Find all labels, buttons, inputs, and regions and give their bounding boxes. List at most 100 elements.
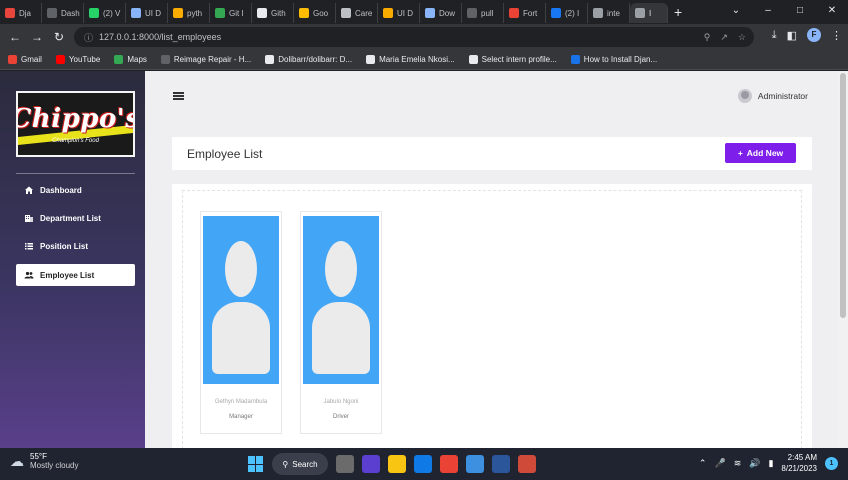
taskbar-app-icon[interactable] [414,455,432,473]
browser-tab[interactable]: Goo [294,3,336,23]
employee-photo [303,216,379,384]
bookmark-item[interactable]: Dolibarr/dolibarr: D... [265,55,352,64]
address-bar[interactable]: ⓘ 127.0.0.1:8000/list_employees ⚲ ↗ ☆ [74,27,754,47]
browser-tab[interactable]: (2) I [546,3,588,23]
avatar-head [325,241,357,297]
browser-tab[interactable]: inte [588,3,630,23]
bookmarks-bar: Gmail YouTube Maps Reimage Repair - H... Dol… [0,50,848,70]
browser-tab[interactable]: pull [462,3,504,23]
employee-grid: Gethyn Madambula Manager Jabulo Ngoni Dr… [182,190,802,448]
download-icon[interactable]: ⤓ [772,29,777,42]
taskbar-app-icon[interactable] [388,455,406,473]
brand-logo[interactable]: Chippo's Champion's Food [16,91,135,157]
browser-tab[interactable]: UI D [126,3,168,23]
bookmark-star-icon[interactable]: ☆ [738,32,746,43]
clock[interactable]: 2:45 AM 8/21/2023 [781,452,817,474]
weather-widget[interactable]: ☁ 55°F Mostly cloudy [10,452,78,470]
employee-card[interactable]: Jabulo Ngoni Driver [300,211,382,434]
bookmark-favicon-icon [8,55,17,64]
tab-favicon-icon [257,8,267,18]
battery-icon[interactable]: ▮ [768,458,773,469]
bookmark-label: Reimage Repair - H... [173,55,252,64]
taskbar-app-icon[interactable] [336,455,354,473]
bookmark-item[interactable]: YouTube [55,55,100,64]
bookmark-item[interactable]: How to Install Djan... [570,55,657,64]
bookmark-item[interactable]: Maria Emelia Nkosi... [366,55,455,64]
sidebar-item-label: Employee List [40,270,95,280]
system-tray: ⌃ 🎤 ≋ 🔊 ▮ 2:45 AM 8/21/2023 1 [699,452,838,474]
browser-tab[interactable]: (2) V [84,3,126,23]
employee-position: Manager [229,414,253,420]
page-title: Employee List [187,147,263,161]
share-icon[interactable]: ↗ [720,32,728,43]
sidebar-item-label: Department List [40,213,101,223]
browser-tab[interactable]: Dash [42,3,84,23]
tab-label: inte [607,8,620,18]
menu-kebab-icon[interactable]: ⋮ [831,29,842,42]
bookmark-item[interactable]: Reimage Repair - H... [160,55,252,64]
back-icon[interactable]: ← [4,30,26,44]
maximize-icon[interactable]: □ [784,0,816,22]
bookmark-favicon-icon [468,55,478,64]
tab-favicon-icon [299,8,309,18]
taskbar-app-icon[interactable] [362,455,380,473]
taskbar-app-icon[interactable] [518,455,536,473]
taskbar-app-icon[interactable] [492,455,510,473]
close-icon[interactable]: ✕ [816,0,848,22]
info-icon[interactable]: ⓘ [84,31,93,44]
avatar-head [225,241,257,297]
sidebar-item-position-list[interactable]: Position List [16,235,135,257]
browser-tab[interactable]: Dja [0,3,42,23]
sidebar-divider [16,173,135,174]
browser-tab[interactable]: Gith [252,3,294,23]
profile-avatar[interactable]: F [807,28,821,42]
new-tab-icon[interactable]: + [674,4,682,20]
user-menu[interactable]: Administrator [737,89,808,103]
hamburger-menu-icon[interactable] [173,92,184,100]
microphone-icon[interactable]: 🎤 [714,458,725,469]
bookmark-favicon-icon [160,55,170,64]
sidebar-item-dashboard[interactable]: Dashboard [16,179,135,201]
browser-tab[interactable]: UI D [378,3,420,23]
web-page: Chippo's Champion's Food Dashboard Depar… [0,71,848,448]
employee-card[interactable]: Gethyn Madambula Manager [200,211,282,434]
browser-tab[interactable]: I [630,3,668,23]
tab-favicon-icon [551,8,561,18]
bookmark-item[interactable]: Maps [114,55,147,64]
scrollbar-thumb[interactable] [840,73,846,318]
bookmark-item[interactable]: Gmail [8,55,42,64]
forward-icon[interactable]: → [26,30,48,44]
browser-tab[interactable]: Git I [210,3,252,23]
os-taskbar: ☁ 55°F Mostly cloudy ⚲ Search ⌃ 🎤 ≋ 🔊 ▮ … [0,448,848,480]
start-button-icon[interactable] [248,456,264,472]
browser-tab[interactable]: Care [336,3,378,23]
add-new-label: Add New [746,148,784,158]
taskbar-app-icon[interactable] [440,455,458,473]
browser-tab[interactable]: Dow [420,3,462,23]
reload-icon[interactable]: ↻ [48,30,70,44]
tab-favicon-icon [341,8,351,18]
taskbar-app-icon[interactable] [466,455,484,473]
top-navbar: Administrator [145,71,848,119]
sidebar-item-employee-list[interactable]: Employee List [16,264,135,286]
wifi-icon[interactable]: ≋ [734,458,742,469]
zoom-icon[interactable]: ⚲ [704,32,711,43]
browser-tab[interactable]: pyth [168,3,210,23]
taskbar-search[interactable]: ⚲ Search [272,453,328,475]
browser-tab[interactable]: Fort [504,3,546,23]
tab-label: UI D [397,8,413,18]
sidepanel-icon[interactable]: ◧ [787,29,797,42]
volume-icon[interactable]: 🔊 [749,458,760,469]
tab-favicon-icon [47,8,57,18]
bookmark-item[interactable]: Select intern profile... [468,55,557,64]
chevron-down-icon[interactable]: ⌄ [720,0,752,22]
sidebar-item-department-list[interactable]: Department List [16,207,135,229]
minimize-icon[interactable]: – [752,0,784,22]
add-new-button[interactable]: + Add New [725,143,796,163]
notification-badge[interactable]: 1 [825,456,838,470]
tab-favicon-icon [593,8,603,18]
bookmark-label: Dolibarr/dolibarr: D... [278,55,353,64]
tab-label: Dja [19,8,32,18]
page-scrollbar[interactable] [838,71,848,448]
chevron-up-icon[interactable]: ⌃ [699,458,707,469]
